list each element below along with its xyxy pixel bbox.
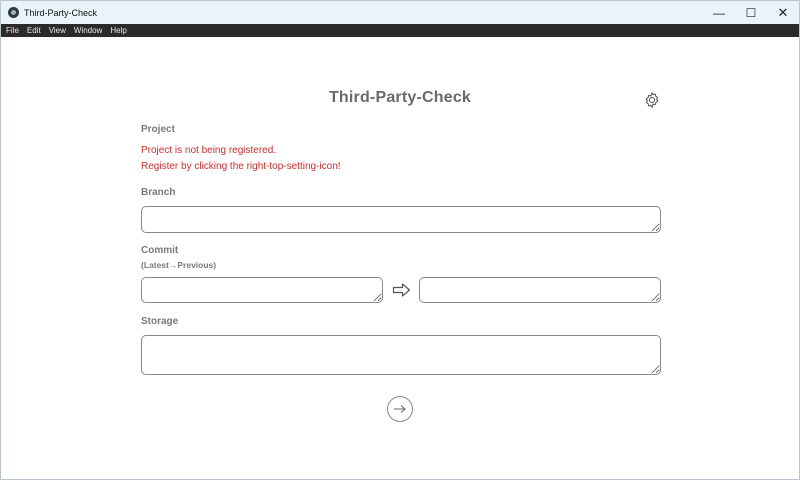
arrow-right-outline-icon (392, 283, 411, 297)
next-button[interactable] (387, 396, 413, 422)
window-controls: — ☐ ✕ (703, 1, 799, 24)
commit-previous-input[interactable] (419, 277, 661, 303)
close-button[interactable]: ✕ (767, 1, 799, 24)
project-label: Project (141, 124, 175, 135)
menu-view[interactable]: View (49, 26, 66, 35)
maximize-button[interactable]: ☐ (735, 1, 767, 24)
storage-input[interactable] (141, 335, 661, 375)
branch-label: Branch (141, 187, 176, 198)
menu-window[interactable]: Window (74, 26, 102, 35)
menu-edit[interactable]: Edit (27, 26, 41, 35)
gear-icon[interactable] (643, 91, 661, 109)
page-title: Third-Party-Check (328, 89, 472, 106)
commit-latest-input[interactable] (141, 277, 383, 303)
arrow-right-circle-icon (394, 405, 406, 413)
project-error-line1: Project is not being registered. (141, 145, 277, 156)
commit-label: Commit (141, 245, 179, 256)
branch-input[interactable] (141, 206, 661, 233)
menu-help[interactable]: Help (110, 26, 126, 35)
commit-hint: (Latest→Previous) (141, 260, 217, 270)
project-error-line2: Register by clicking the right-top-setti… (141, 161, 341, 172)
storage-label: Storage (141, 316, 179, 327)
app-icon (8, 7, 19, 18)
menu-bar: File Edit View Window Help (1, 24, 799, 37)
app-window: Third-Party-Check — ☐ ✕ File Edit View W… (0, 0, 800, 480)
menu-file[interactable]: File (6, 26, 19, 35)
main-content: Third-Party-Check Project Project is not… (1, 37, 799, 479)
window-title: Third-Party-Check (24, 7, 98, 18)
title-bar[interactable]: Third-Party-Check — ☐ ✕ (1, 1, 799, 24)
minimize-button[interactable]: — (703, 1, 735, 24)
